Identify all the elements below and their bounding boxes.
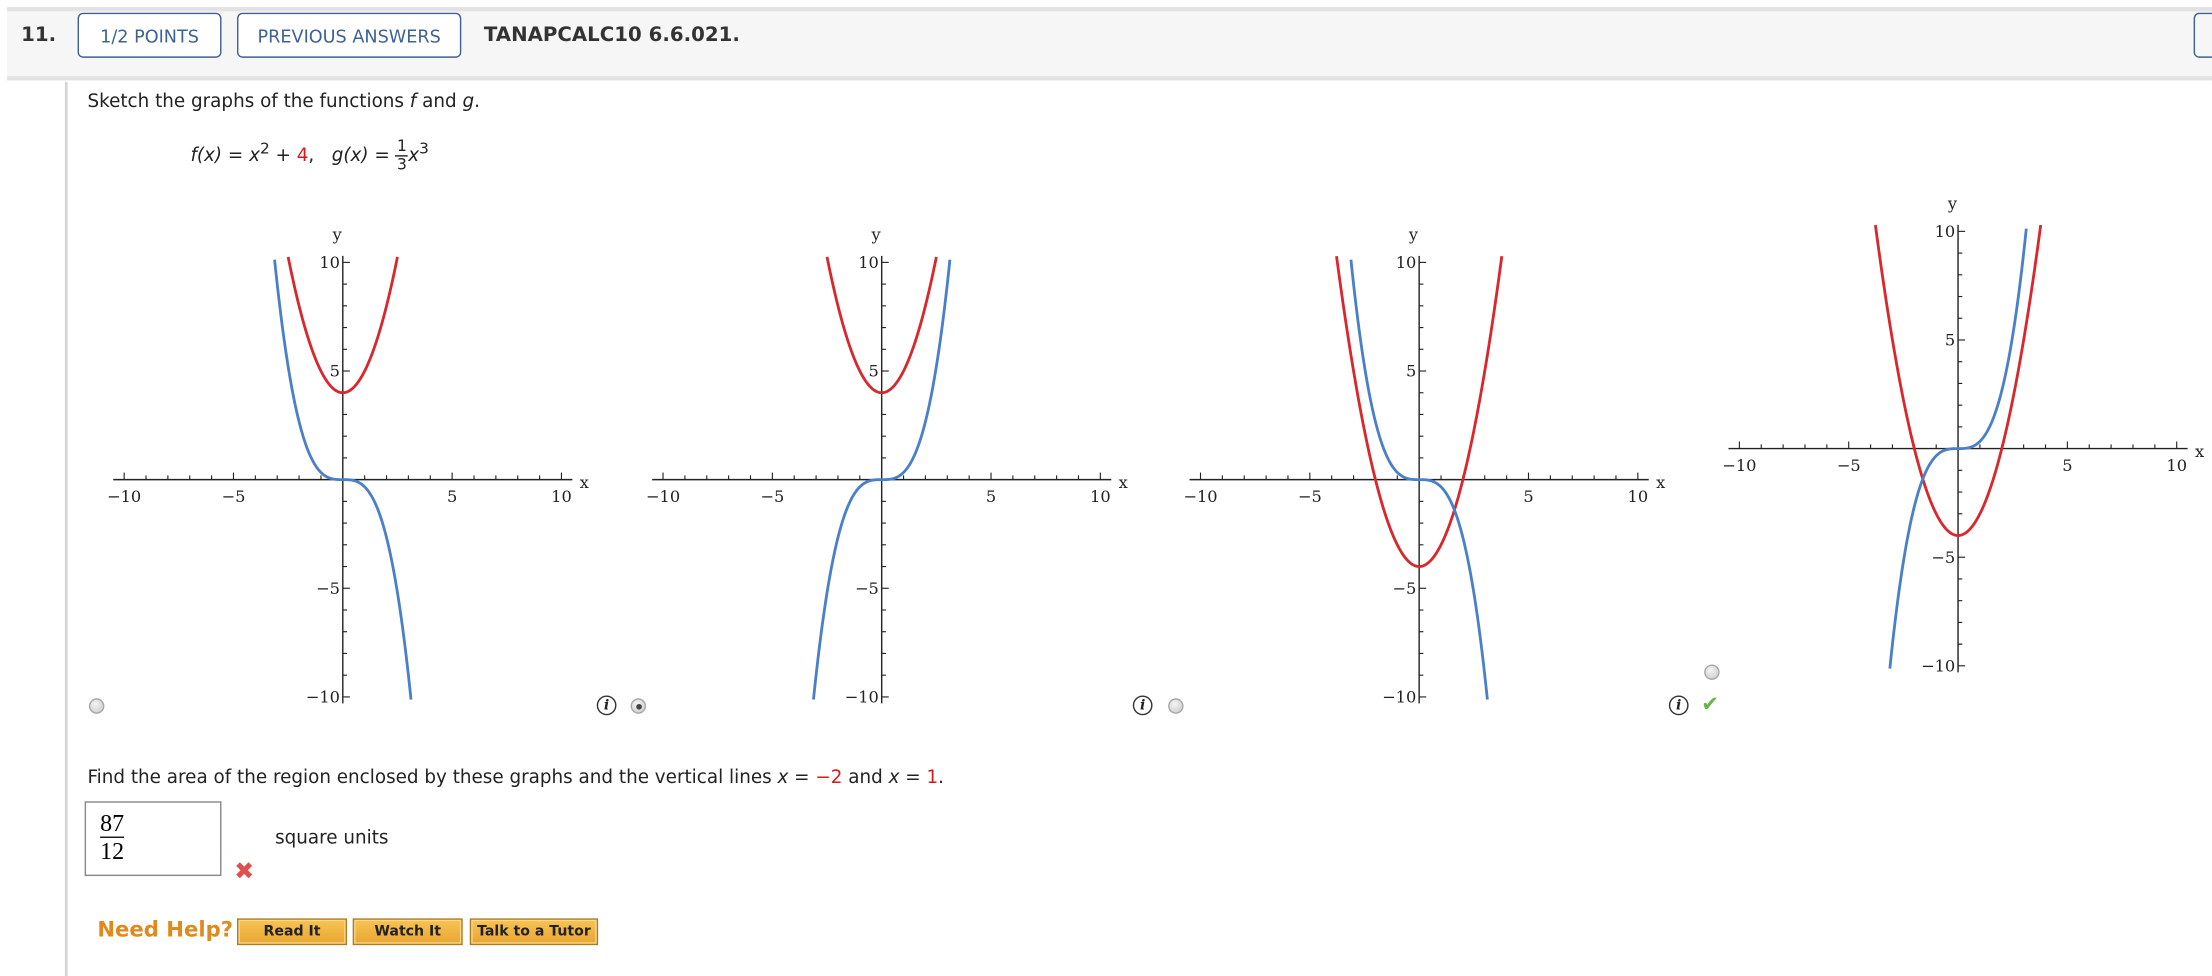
- option-3-radio[interactable]: [1168, 698, 1184, 714]
- watch-it-button[interactable]: Watch It: [352, 918, 463, 946]
- y-axis-label: y: [1408, 225, 1419, 244]
- x-tick-label: −10: [107, 487, 141, 506]
- correct-check-icon: ✔: [1701, 691, 1720, 717]
- option-2-radio[interactable]: [630, 698, 647, 714]
- x1-value: −2: [815, 767, 843, 789]
- y-tick-label: −10: [306, 688, 340, 707]
- incorrect-x-icon: ✖: [234, 857, 255, 886]
- y-tick-label: 5: [869, 362, 879, 381]
- info-icon[interactable]: i: [596, 695, 617, 716]
- x1-lhs: x =: [777, 767, 816, 789]
- y-tick-label: 10: [1396, 253, 1417, 272]
- y-tick-label: 5: [1945, 331, 1955, 350]
- y-tick-label: −5: [316, 579, 340, 598]
- graph-option-1: −10 −5 5 10 10 5 −5 −10 x y: [107, 225, 589, 707]
- x-tick-label: 5: [986, 487, 996, 506]
- answer-numerator: 87: [100, 809, 125, 838]
- graph-option-3: −10 −5 5 10 10 5 −5 −10 x y: [1183, 225, 1665, 707]
- talk-to-tutor-button[interactable]: Talk to a Tutor: [469, 918, 599, 946]
- area-question: Find the area of the region enclosed by …: [87, 767, 944, 788]
- graph-option-2: −10 −5 5 10 10 5 −5 −10 x y: [646, 225, 1128, 707]
- y-axis-label: y: [1947, 194, 1958, 213]
- answer-denominator: 12: [100, 837, 125, 865]
- x-tick-label: −5: [760, 487, 784, 506]
- option-1-radio[interactable]: [88, 698, 105, 714]
- read-it-button[interactable]: Read It: [236, 918, 348, 946]
- x-axis-label: x: [580, 473, 589, 492]
- units-label: square units: [275, 828, 389, 850]
- y-tick-label: −5: [1931, 548, 1955, 567]
- x-tick-label: 10: [2166, 456, 2187, 475]
- area-question-text: Find the area of the region enclosed by …: [87, 767, 778, 789]
- x-tick-label: 5: [1523, 487, 1533, 506]
- y-tick-label: −5: [1392, 579, 1416, 598]
- info-icon[interactable]: i: [1668, 695, 1689, 716]
- x-tick-label: −10: [646, 487, 680, 506]
- y-tick-label: 10: [1935, 222, 1956, 241]
- y-tick-label: 10: [319, 253, 340, 272]
- y-tick-label: 5: [1406, 362, 1416, 381]
- option-4-radio[interactable]: [1704, 664, 1720, 680]
- x-axis-label: x: [1656, 473, 1665, 492]
- y-tick-label: −5: [855, 579, 879, 598]
- need-help-label: Need Help?: [97, 916, 234, 943]
- x-tick-label: 5: [447, 487, 457, 506]
- x-tick-label: −10: [1722, 456, 1756, 475]
- x-tick-label: −5: [222, 487, 246, 506]
- y-tick-label: −10: [845, 688, 879, 707]
- answer-input[interactable]: 87 12: [84, 801, 222, 877]
- period: .: [938, 767, 945, 789]
- graph-option-4: −10 −5 5 10 10 5 −5 −10 x y: [1722, 194, 2204, 676]
- and-text: and: [842, 767, 889, 789]
- graph-options: −10 −5 5 10105−5−10xy−10 −5 5 10105−5−10xy−10−…: [107, 194, 2204, 707]
- y-tick-label: 5: [330, 362, 340, 381]
- x2-value: 1: [926, 767, 939, 789]
- y-axis-label: y: [870, 225, 881, 244]
- y-tick-label: −10: [1382, 688, 1416, 707]
- y-tick-label: 10: [858, 253, 879, 272]
- x-axis-label: x: [1119, 473, 1128, 492]
- x-tick-label: 10: [551, 487, 572, 506]
- x-tick-label: −5: [1298, 487, 1322, 506]
- y-axis-label: y: [332, 225, 343, 244]
- x-axis-label: x: [2195, 442, 2204, 461]
- x-tick-label: 10: [1090, 487, 1111, 506]
- y-tick-label: −10: [1921, 656, 1955, 675]
- x-tick-label: 10: [1628, 487, 1649, 506]
- question-panel: 11. 1/2 POINTS PREVIOUS ANSWERS TANAPCAL…: [0, 0, 2212, 976]
- info-icon[interactable]: i: [1132, 695, 1153, 716]
- x-tick-label: −10: [1183, 487, 1217, 506]
- x-tick-label: 5: [2062, 456, 2072, 475]
- x-tick-label: −5: [1837, 456, 1861, 475]
- x2-lhs: x =: [888, 767, 927, 789]
- answer-fraction: 87 12: [100, 809, 125, 865]
